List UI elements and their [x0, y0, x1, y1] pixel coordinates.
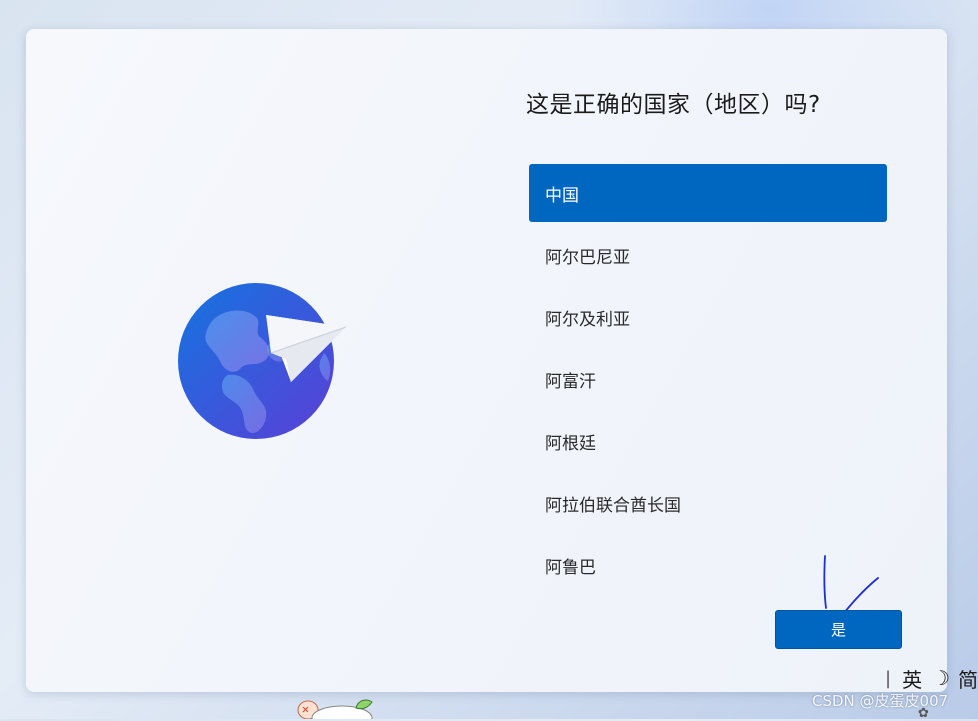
list-item[interactable]: 阿根廷 — [529, 412, 887, 470]
oobe-card: 这是正确的国家（地区）吗? 中国 阿尔巴尼亚 阿尔及利亚 阿富汗 阿根廷 阿拉伯… — [26, 29, 947, 692]
yes-button[interactable]: 是 — [775, 610, 902, 649]
list-item[interactable]: 阿拉伯联合酋长国 — [529, 474, 887, 532]
list-item[interactable]: 阿富汗 — [529, 350, 887, 408]
ime-language-toggle[interactable]: 英 — [902, 664, 922, 693]
list-item[interactable]: 阿尔巴尼亚 — [529, 226, 887, 284]
cartoon-sticker-icon — [297, 699, 373, 719]
moon-icon[interactable]: ☽ — [932, 666, 950, 690]
list-item[interactable]: 阿尔及利亚 — [529, 288, 887, 346]
list-item[interactable]: 阿鲁巴 — [529, 536, 887, 594]
page-title: 这是正确的国家（地区）吗? — [526, 92, 821, 118]
ime-drag-handle[interactable]: | — [885, 668, 894, 689]
country-list[interactable]: 中国 阿尔巴尼亚 阿尔及利亚 阿富汗 阿根廷 阿拉伯联合酋长国 阿鲁巴 — [529, 164, 887, 598]
globe-paper-plane-icon — [178, 283, 347, 439]
list-item[interactable]: 中国 — [529, 164, 887, 222]
ime-mode-toggle[interactable]: 简 — [958, 664, 978, 693]
